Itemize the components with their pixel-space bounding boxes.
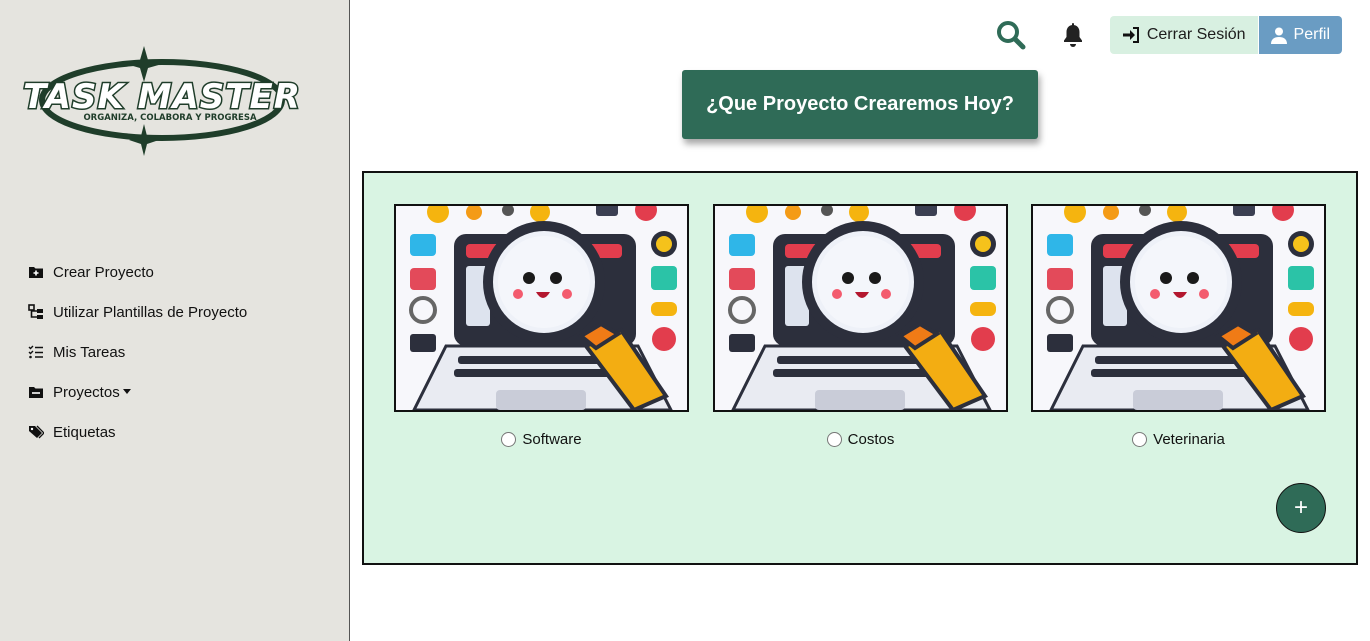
user-icon: [1270, 27, 1287, 44]
sidebar-item-crear-proyecto[interactable]: Crear Proyecto: [27, 262, 247, 282]
template-label: Veterinaria: [1153, 431, 1225, 448]
svg-text:TASK MASTER: TASK MASTER: [23, 77, 301, 117]
bell-icon: [1063, 23, 1082, 47]
radio-button[interactable]: [826, 432, 842, 447]
plus-icon: +: [1293, 494, 1308, 521]
sidebar-item-label: Etiquetas: [53, 423, 116, 441]
template-option-software[interactable]: Software: [394, 431, 689, 448]
template-thumbnail[interactable]: [713, 204, 1008, 412]
task-master-logo[interactable]: TASK MASTER ORGANIZA, COLABORA Y PROGRES…: [22, 42, 302, 162]
notifications-button[interactable]: [1053, 16, 1093, 54]
list-check-icon: [27, 343, 45, 361]
sign-in-icon: [1122, 27, 1139, 43]
search-icon: [996, 21, 1026, 50]
logout-button[interactable]: Cerrar Sesión: [1109, 16, 1258, 54]
profile-button[interactable]: Perfil: [1258, 16, 1342, 54]
template-card-software[interactable]: Software: [394, 204, 689, 448]
tags-icon: [27, 423, 45, 441]
sidebar-item-plantillas[interactable]: Utilizar Plantillas de Proyecto: [27, 302, 247, 322]
svg-text:ORGANIZA, COLABORA Y PROGRESA: ORGANIZA, COLABORA Y PROGRESA: [83, 113, 257, 123]
template-thumbnail[interactable]: [1031, 204, 1326, 412]
sidebar-item-mis-tareas[interactable]: Mis Tareas: [27, 342, 247, 362]
sidebar-item-etiquetas[interactable]: Etiquetas: [27, 422, 247, 442]
project-templates-panel: Software Costos Veterinaria +: [362, 171, 1358, 565]
search-button[interactable]: [991, 16, 1031, 54]
template-option-veterinaria[interactable]: Veterinaria: [1031, 431, 1326, 448]
laptop-magnifier-illustration: [1033, 206, 1324, 410]
page-title: ¿Que Proyecto Crearemos Hoy?: [682, 70, 1038, 139]
template-card-veterinaria[interactable]: Veterinaria: [1031, 204, 1326, 448]
template-card-costos[interactable]: Costos: [713, 204, 1008, 448]
top-bar: Cerrar Sesión Perfil: [991, 16, 1342, 54]
laptop-magnifier-illustration: [715, 206, 1006, 410]
template-thumbnail[interactable]: [394, 204, 689, 412]
radio-button[interactable]: [501, 432, 517, 447]
sidebar-item-label: Utilizar Plantillas de Proyecto: [53, 303, 248, 321]
profile-label: Perfil: [1293, 26, 1330, 43]
radio-button[interactable]: [1132, 432, 1148, 447]
folder-icon: [27, 383, 45, 401]
template-label: Software: [522, 431, 582, 448]
laptop-magnifier-illustration: [396, 206, 687, 410]
sidebar: TASK MASTER ORGANIZA, COLABORA Y PROGRES…: [0, 0, 350, 641]
sidebar-item-label: Proyectos: [53, 383, 120, 401]
sidebar-item-label: Mis Tareas: [53, 343, 126, 361]
template-label: Costos: [847, 431, 895, 448]
add-project-button[interactable]: +: [1276, 483, 1326, 533]
sidebar-item-proyectos[interactable]: Proyectos: [27, 382, 247, 402]
chevron-down-icon: [122, 388, 131, 394]
sitemap-icon: [27, 303, 45, 321]
folder-plus-icon: [27, 263, 45, 281]
logout-label: Cerrar Sesión: [1146, 26, 1246, 43]
template-option-costos[interactable]: Costos: [713, 431, 1008, 448]
sidebar-item-label: Crear Proyecto: [53, 263, 154, 281]
sidebar-nav: Crear Proyecto Utilizar Plantillas de Pr…: [27, 262, 247, 462]
